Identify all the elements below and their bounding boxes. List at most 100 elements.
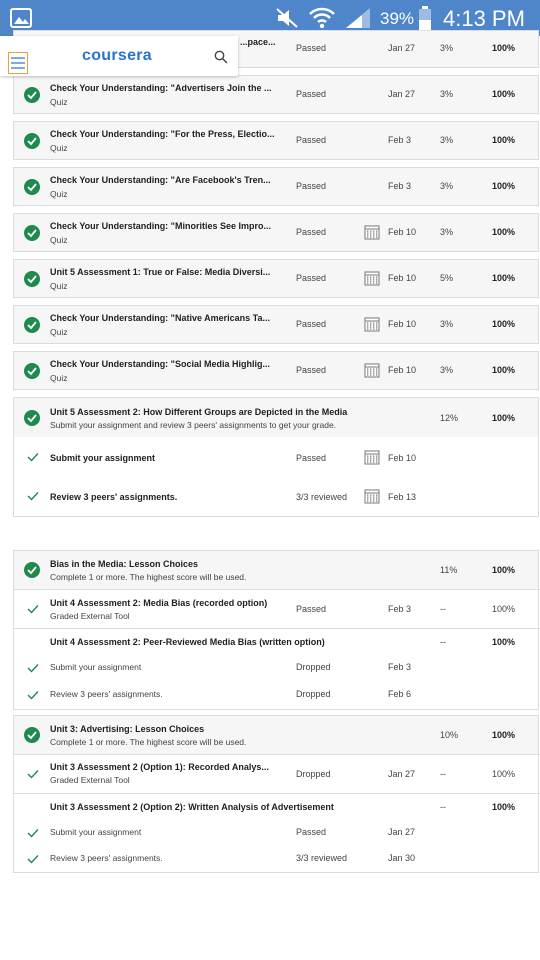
item-grade: 100% — [492, 273, 516, 283]
check-icon — [27, 691, 39, 700]
option-weight: -- — [440, 637, 446, 647]
grade-row[interactable]: Check Your Understanding: "Minorities Se… — [13, 213, 539, 252]
item-title[interactable]: Check Your Understanding: "Advertisers J… — [50, 83, 271, 93]
grade-row[interactable]: Check Your Understanding: "Social Media … — [13, 351, 539, 390]
step-label[interactable]: Submit your assignment — [50, 827, 141, 837]
step-label[interactable]: Review 3 peers' assignments. — [50, 492, 177, 502]
step-due-date: Feb 13 — [388, 492, 417, 502]
item-title[interactable]: Check Your Understanding: "Social Media … — [50, 359, 270, 369]
wifi-icon — [309, 7, 335, 29]
grade-row[interactable]: Check Your Understanding: "Advertisers J… — [13, 75, 539, 114]
item-weight: 3% — [440, 319, 454, 329]
item-weight: 3% — [440, 89, 454, 99]
grade-row[interactable]: Unit 5 Assessment 1: True or False: Medi… — [13, 259, 539, 298]
signal-icon — [346, 8, 370, 28]
item-status: Passed — [296, 319, 327, 329]
item-weight: 3% — [440, 181, 454, 191]
item-weight: 3% — [440, 43, 454, 53]
passed-check-icon — [24, 133, 40, 149]
option-due-date: Jan 27 — [388, 769, 416, 779]
item-title[interactable]: Check Your Understanding: "For the Press… — [50, 129, 274, 139]
item-grade: 100% — [492, 181, 516, 191]
option-grade: 100% — [492, 604, 516, 614]
assessment-group-unit5[interactable]: Unit 5 Assessment 2: How Different Group… — [13, 397, 539, 517]
option-weight: -- — [440, 769, 446, 779]
calendar-icon — [364, 270, 380, 286]
passed-check-icon — [24, 87, 40, 103]
item-weight: 3% — [440, 365, 454, 375]
item-due-date: Feb 10 — [388, 365, 417, 375]
step-label[interactable]: Submit your assignment — [50, 662, 141, 672]
item-title[interactable]: Bias in the Media: Lesson Choices — [50, 559, 198, 569]
item-grade: 100% — [492, 413, 516, 423]
item-weight: 3% — [440, 227, 454, 237]
check-icon — [27, 855, 39, 864]
option-title[interactable]: Unit 3 Assessment 2 (Option 2): Written … — [50, 802, 334, 812]
step-due-date: Feb 6 — [388, 689, 412, 699]
item-due-date: Jan 27 — [388, 89, 416, 99]
item-subtitle: Submit your assignment and review 3 peer… — [50, 420, 337, 430]
item-type: Quiz — [50, 235, 68, 245]
step-due-date: Jan 27 — [388, 827, 416, 837]
step-status: Dropped — [296, 689, 331, 699]
item-due-date: Feb 10 — [388, 227, 417, 237]
passed-check-icon — [24, 271, 40, 287]
item-due-date: Jan 27 — [388, 43, 416, 53]
step-status: 3/3 reviewed — [296, 492, 348, 502]
step-label[interactable]: Review 3 peers' assignments. — [50, 853, 163, 863]
item-due-date: Feb 3 — [388, 135, 412, 145]
item-due-date: Feb 10 — [388, 319, 417, 329]
step-status: 3/3 reviewed — [296, 853, 348, 863]
item-due-date: Feb 10 — [388, 273, 417, 283]
calendar-icon — [364, 488, 380, 504]
item-title[interactable]: Check Your Understanding: "Minorities Se… — [50, 221, 271, 231]
passed-check-icon — [24, 225, 40, 241]
item-type: Quiz — [50, 97, 68, 107]
option-title[interactable]: Unit 3 Assessment 2 (Option 1): Recorded… — [50, 762, 269, 772]
check-icon — [27, 829, 39, 838]
item-status: Passed — [296, 181, 327, 191]
coursera-logo[interactable]: coursera — [82, 47, 152, 65]
grade-row[interactable]: Check Your Understanding: "Are Facebook'… — [13, 167, 539, 206]
item-title[interactable]: Check Your Understanding: "Are Facebook'… — [50, 175, 271, 185]
lesson-choice-group-bias[interactable]: Bias in the Media: Lesson Choices Comple… — [13, 550, 540, 710]
lesson-choice-group-advertising[interactable]: Unit 3: Advertising: Lesson Choices Comp… — [13, 715, 540, 873]
check-icon — [27, 770, 39, 779]
item-grade: 100% — [492, 365, 516, 375]
search-icon[interactable] — [214, 50, 228, 64]
option-title[interactable]: Unit 4 Assessment 2: Media Bias (recorde… — [50, 598, 267, 608]
item-weight: 10% — [440, 730, 459, 740]
step-label[interactable]: Submit your assignment — [50, 453, 155, 463]
item-subtitle: Complete 1 or more. The highest score wi… — [50, 737, 247, 747]
grade-row[interactable]: Check Your Understanding: "For the Press… — [13, 121, 539, 160]
item-grade: 100% — [492, 43, 516, 53]
option-grade: 100% — [492, 637, 516, 647]
menu-icon[interactable] — [8, 52, 28, 74]
check-icon — [27, 605, 39, 614]
step-due-date: Jan 30 — [388, 853, 416, 863]
option-weight: -- — [440, 802, 446, 812]
item-status: Passed — [296, 43, 327, 53]
step-label[interactable]: Review 3 peers' assignments. — [50, 689, 163, 699]
item-subtitle: Complete 1 or more. The highest score wi… — [50, 572, 247, 582]
calendar-icon — [364, 449, 380, 465]
item-grade: 100% — [492, 89, 516, 99]
option-due-date: Feb 3 — [388, 604, 412, 614]
passed-check-icon — [24, 562, 40, 578]
clock: 4:13 PM — [443, 6, 525, 31]
item-grade: 100% — [492, 730, 516, 740]
battery-percent: 39% — [380, 9, 415, 28]
item-type: Quiz — [50, 189, 68, 199]
item-title[interactable]: Unit 5 Assessment 1: True or False: Medi… — [50, 267, 270, 277]
item-type: Quiz — [50, 373, 68, 383]
grade-row[interactable]: Check Your Understanding: "Native Americ… — [13, 305, 539, 344]
step-due-date: Feb 10 — [388, 453, 417, 463]
option-title[interactable]: Unit 4 Assessment 2: Peer-Reviewed Media… — [50, 637, 325, 647]
item-due-date: Feb 3 — [388, 181, 412, 191]
item-title[interactable]: Unit 5 Assessment 2: How Different Group… — [50, 407, 347, 417]
check-icon — [27, 664, 39, 673]
item-title[interactable]: Unit 3: Advertising: Lesson Choices — [50, 724, 204, 734]
item-title[interactable]: Check Your Understanding: "Native Americ… — [50, 313, 270, 323]
item-type: Quiz — [50, 327, 68, 337]
gallery-notification-icon — [10, 8, 32, 28]
